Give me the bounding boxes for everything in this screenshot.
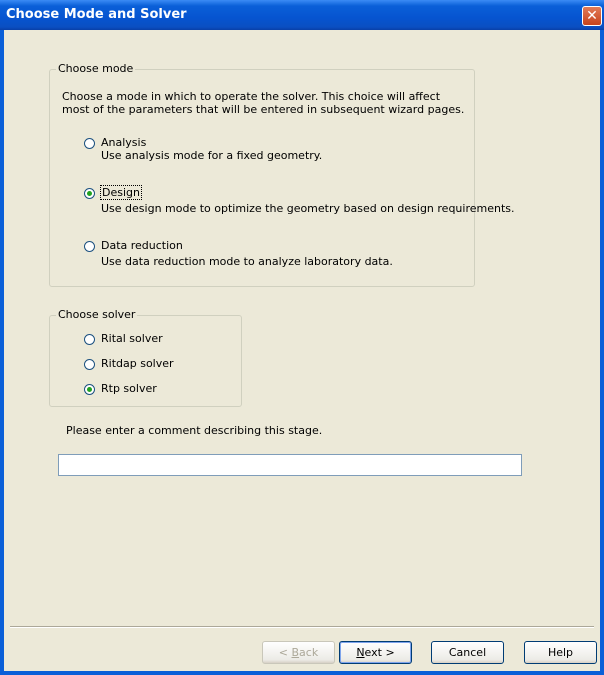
cancel-button[interactable]: Cancel (431, 641, 504, 664)
back-button-prefix: < (278, 646, 292, 659)
wizard-window: Choose Mode and Solver ✕ Choose mode Cho… (0, 0, 604, 675)
back-button-rest: ack (299, 646, 319, 659)
next-button-rest: ext > (364, 646, 395, 659)
back-button-key: B (291, 646, 300, 659)
radio-analysis[interactable] (84, 138, 95, 149)
back-button[interactable]: < Back (262, 641, 335, 664)
next-button[interactable]: Next > (339, 641, 412, 664)
footer-separator (10, 626, 594, 628)
radio-ritdap-solver-label[interactable]: Ritdap solver (101, 357, 174, 370)
radio-rital-solver-label[interactable]: Rital solver (101, 332, 163, 345)
mode-description-line2: most of the parameters that will be ente… (62, 103, 465, 116)
radio-rtp-solver-label[interactable]: Rtp solver (101, 382, 157, 395)
radio-rital-solver[interactable] (84, 334, 95, 345)
next-button-key: N (356, 646, 365, 659)
close-icon[interactable]: ✕ (582, 6, 602, 26)
radio-rtp-solver[interactable] (84, 384, 95, 395)
data-reduction-description: Use data reduction mode to analyze labor… (101, 255, 393, 268)
mode-description-line1: Choose a mode in which to operate the so… (62, 90, 441, 103)
comment-prompt: Please enter a comment describing this s… (66, 424, 323, 437)
wizard-page: Choose mode Choose a mode in which to op… (4, 30, 600, 671)
radio-ritdap-solver[interactable] (84, 359, 95, 370)
radio-analysis-label[interactable]: Analysis (101, 136, 146, 149)
help-button[interactable]: Help (524, 641, 597, 664)
radio-data-reduction[interactable] (84, 241, 95, 252)
radio-design-label[interactable]: Design (100, 185, 142, 200)
solver-group-legend: Choose solver (56, 308, 138, 321)
mode-group-legend: Choose mode (56, 62, 136, 75)
analysis-description: Use analysis mode for a fixed geometry. (101, 149, 323, 162)
comment-input[interactable] (58, 454, 522, 476)
window-title: Choose Mode and Solver (6, 7, 187, 22)
design-description: Use design mode to optimize the geometry… (101, 202, 515, 215)
radio-data-reduction-label[interactable]: Data reduction (101, 239, 183, 252)
title-bar[interactable]: Choose Mode and Solver ✕ (0, 0, 604, 30)
radio-design[interactable] (84, 188, 95, 199)
